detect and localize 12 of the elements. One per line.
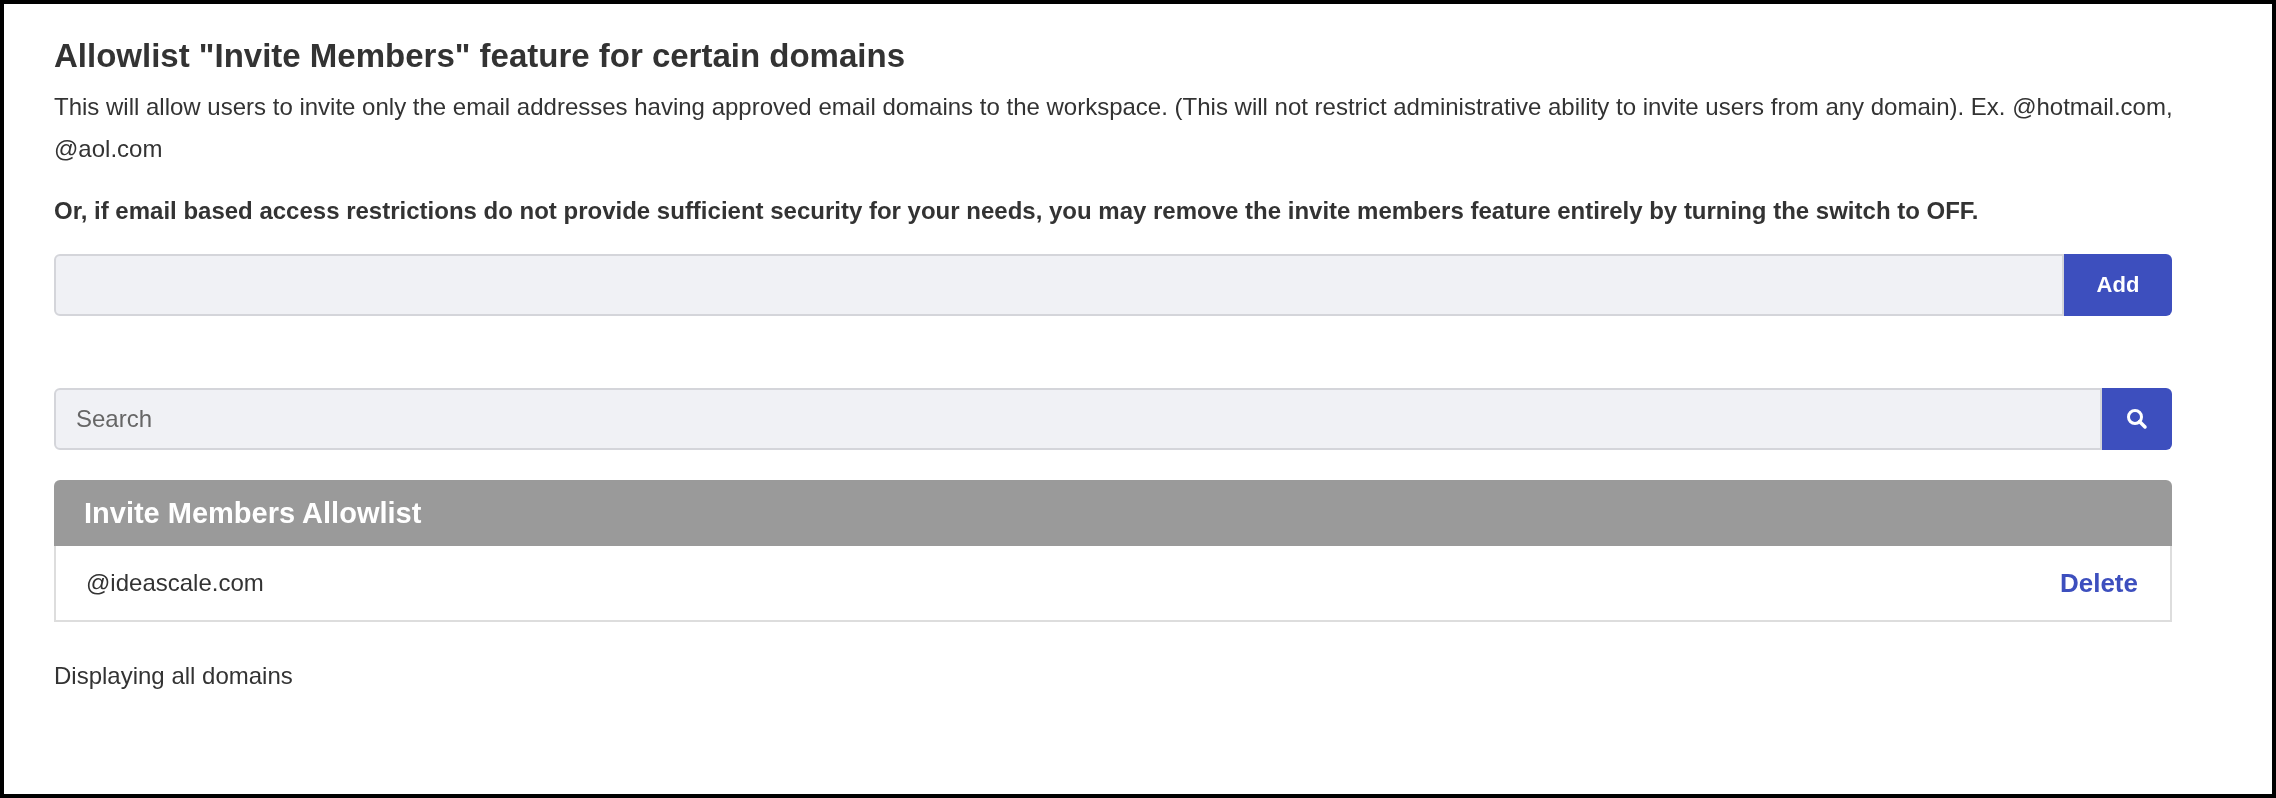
section-title: Allowlist "Invite Members" feature for certain domains bbox=[54, 36, 906, 76]
search-field[interactable]: Search bbox=[54, 388, 2102, 450]
table-title: Invite Members Allowlist bbox=[84, 496, 422, 530]
domain-text: @ideascale.com bbox=[86, 569, 264, 597]
add-button[interactable]: Add bbox=[2064, 254, 2172, 316]
search-button[interactable] bbox=[2102, 388, 2172, 450]
status-text: Displaying all domains bbox=[54, 662, 294, 690]
domain-input-field[interactable] bbox=[54, 254, 2064, 316]
warning-text: Or, if email based access restrictions do not provide sufficient security for your needs, you may remove the invite members feature entirely by turning the switch to OFF. bbox=[54, 196, 1980, 226]
description-text: This will allow users to invite only the email addresses having approved email domains to the workspace. (This will not restrict administrative ability to invite users from any domain). Ex. @hotmail.com, @aol.com bbox=[54, 92, 2174, 164]
search-icon bbox=[2125, 407, 2149, 431]
delete-link[interactable]: Delete bbox=[2059, 567, 2138, 599]
